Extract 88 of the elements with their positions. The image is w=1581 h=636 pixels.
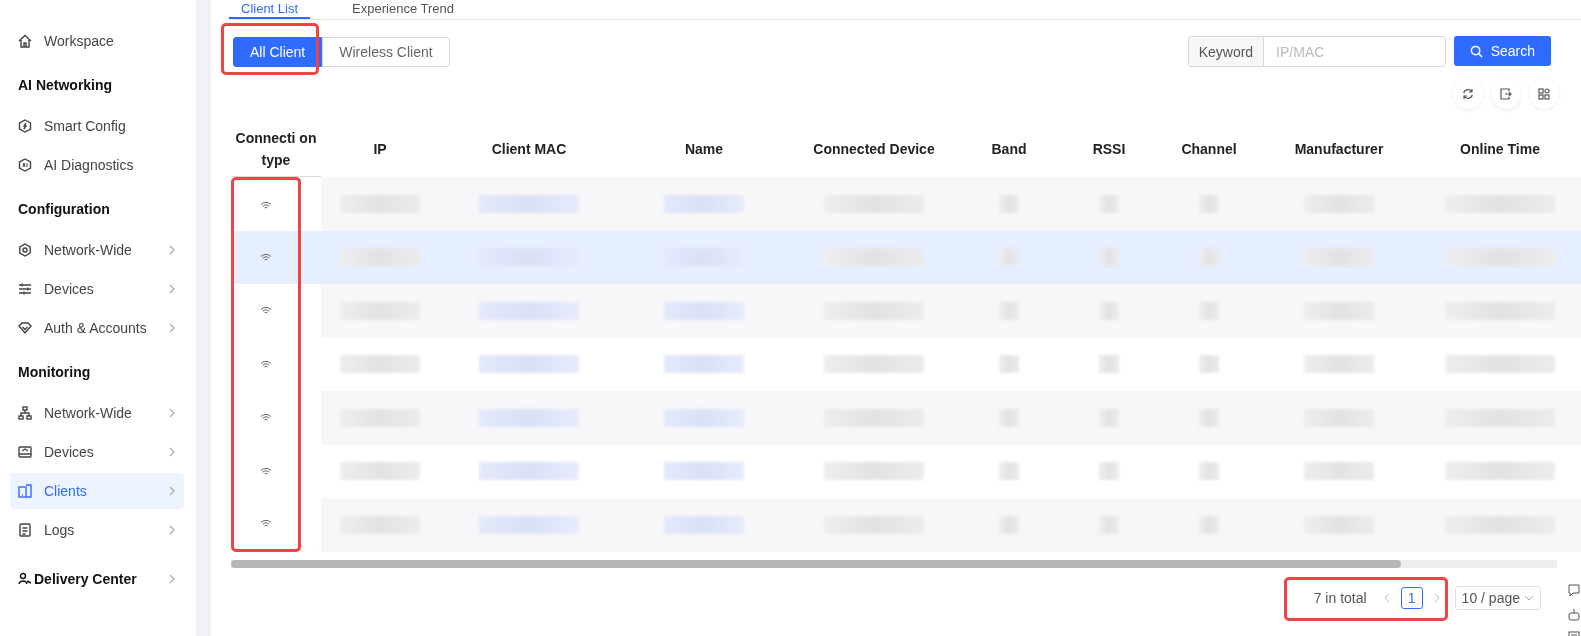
column-header: Connected Device [812, 140, 936, 159]
tab[interactable]: Client List [229, 0, 311, 19]
page-size-select[interactable]: 10 / page [1454, 585, 1541, 610]
section-title: AI Networking [17, 76, 114, 95]
search-field[interactable]: Keyword IP/MAC [1187, 36, 1446, 67]
sidebar-item[interactable]: Network-Wide [10, 232, 184, 268]
column-header: Client MAC [490, 140, 568, 159]
clients-icon [18, 484, 32, 498]
hexagon-ai-icon [18, 158, 32, 172]
tab[interactable]: Experience Trend [340, 0, 466, 19]
chevron-right-icon [168, 574, 176, 584]
column-header: RSSI [1091, 140, 1127, 159]
blurred-text [1304, 462, 1374, 481]
sidebar-item[interactable]: Devices [10, 271, 184, 307]
column-header: Name [683, 140, 725, 159]
previous-page-icon[interactable] [1382, 592, 1391, 603]
column-header: Channel [1180, 140, 1238, 159]
wifi-icon [260, 518, 272, 528]
refresh-button[interactable] [1453, 79, 1483, 109]
hexagon-bolt-icon [18, 119, 32, 133]
chevron-right-icon [168, 408, 176, 418]
chat-icon[interactable] [1567, 583, 1581, 597]
home-icon [18, 34, 32, 48]
sidebar-item[interactable]: Clients [10, 473, 184, 509]
column-header: Online Time [1459, 140, 1541, 159]
chevron-right-icon [168, 525, 176, 535]
blurred-text [1099, 462, 1119, 481]
refresh-icon [1462, 88, 1474, 100]
table-row[interactable] [231, 284, 1581, 338]
export-button[interactable] [1491, 79, 1521, 109]
blurred-text [1304, 355, 1374, 374]
blurred-text [999, 355, 1019, 374]
log-icon [18, 523, 32, 537]
caret-icon [1524, 594, 1534, 601]
table-row[interactable] [231, 391, 1581, 445]
person-icon [18, 572, 32, 586]
grid-icon [1538, 88, 1550, 100]
table-row[interactable] [231, 498, 1581, 552]
chevron-right-icon [168, 245, 176, 255]
wifi-icon [260, 200, 272, 210]
wifi-icon [260, 466, 272, 476]
blurred-text [1199, 248, 1219, 267]
column-header: IP [372, 140, 388, 159]
table-row[interactable] [231, 230, 1581, 284]
sidebar-item[interactable]: Delivery Center [10, 561, 184, 597]
blurred-text [1099, 355, 1119, 374]
settings-icon [18, 243, 32, 257]
wifi-icon [260, 252, 272, 262]
sliders-icon [18, 282, 32, 296]
table-row[interactable] [231, 177, 1581, 231]
section-title: Monitoring [17, 363, 92, 382]
scrollbar-thumb[interactable] [231, 559, 1401, 568]
sidebar-item[interactable]: Network-Wide [10, 395, 184, 431]
topology-icon [18, 406, 32, 420]
chevron-right-icon [168, 284, 176, 294]
shield-icon [18, 321, 32, 335]
section-title: Configuration [17, 200, 111, 219]
column-header: Manufacturer [1293, 140, 1385, 159]
blurred-text [1304, 248, 1374, 267]
page-button[interactable]: 1 [1400, 586, 1423, 609]
sidebar-item[interactable]: Devices [10, 434, 184, 470]
sidebar-item[interactable]: AI Diagnostics [10, 147, 184, 183]
sidebar-item[interactable]: Smart Config [10, 108, 184, 144]
sidebar-item[interactable]: Logs [10, 512, 184, 548]
chevron-right-icon [168, 323, 176, 333]
sidebar-item[interactable]: Workspace [10, 23, 184, 59]
sidebar-item[interactable]: Auth & Accounts [10, 310, 184, 346]
wifi-icon [260, 306, 272, 316]
export-icon [1500, 88, 1512, 100]
search-icon [1469, 44, 1483, 58]
blurred-text [1199, 462, 1219, 481]
robot-icon[interactable] [1567, 607, 1581, 621]
filter-toggle[interactable]: All Client [233, 36, 323, 67]
device-icon [18, 445, 32, 459]
column-settings-button[interactable] [1529, 79, 1559, 109]
chevron-right-icon [168, 486, 176, 496]
total-count: 7 in total [1313, 589, 1367, 606]
blurred-text [1099, 248, 1119, 267]
next-page-icon[interactable] [1432, 592, 1441, 603]
filter-toggle[interactable]: Wireless Client [322, 36, 450, 67]
wifi-icon [260, 359, 272, 369]
blurred-text [999, 248, 1019, 267]
blurred-text [1199, 355, 1219, 374]
search-button[interactable]: Search [1453, 36, 1551, 66]
blurred-text [999, 462, 1019, 481]
chevron-right-icon [168, 447, 176, 457]
wifi-icon [260, 413, 272, 423]
column-header: Band [990, 140, 1028, 159]
